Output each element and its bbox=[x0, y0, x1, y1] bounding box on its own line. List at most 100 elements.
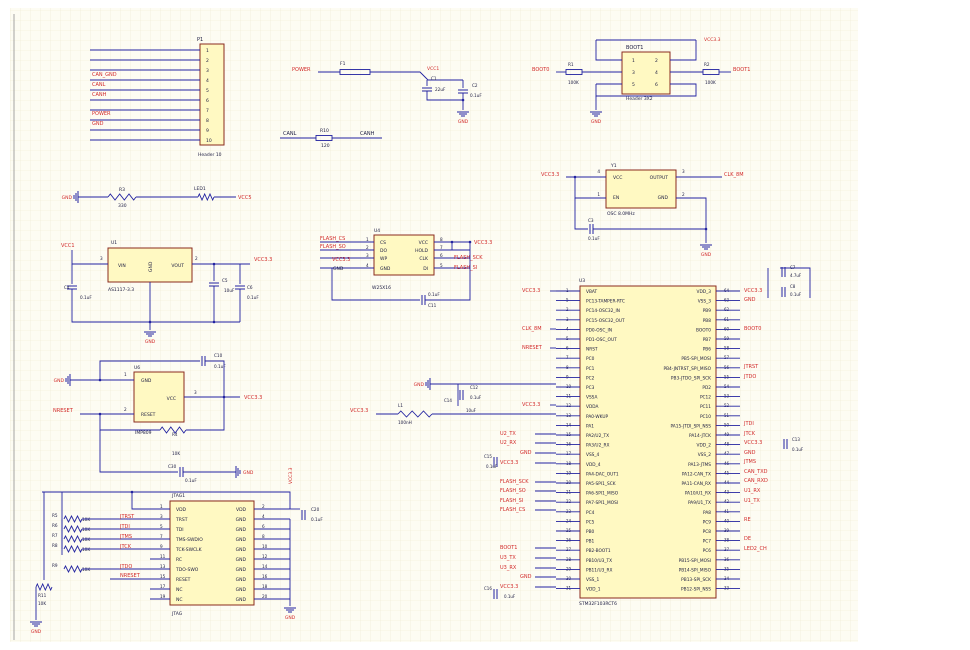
pin-name: PB2-BOOT1 bbox=[586, 548, 611, 554]
boot-header-body bbox=[621, 51, 671, 95]
pin-number: 47 bbox=[724, 451, 730, 456]
ground-label: GND bbox=[414, 382, 425, 388]
pin-name: PC15-OSC32_OUT bbox=[586, 318, 625, 324]
label: GND bbox=[333, 266, 344, 272]
net-label: VCC3.3 bbox=[704, 37, 721, 43]
net-label: CAN_RXD bbox=[744, 478, 768, 484]
pin-number: 7 bbox=[160, 534, 163, 539]
junction-dot bbox=[148, 320, 152, 324]
pin-name: PB6 bbox=[703, 347, 712, 353]
label: W25X16 bbox=[372, 285, 391, 291]
net-label: FLASH_SO bbox=[500, 488, 526, 494]
pin-name: PC6 bbox=[703, 548, 712, 554]
pin-number: 13 bbox=[160, 564, 166, 569]
pin-name: PC7 bbox=[703, 539, 712, 545]
pin-number: 64 bbox=[724, 288, 730, 293]
pin-name: NC bbox=[176, 597, 183, 603]
pin-number: 16 bbox=[566, 442, 572, 447]
net-label: VCC1 bbox=[427, 66, 439, 72]
pin-name: PC11 bbox=[700, 404, 711, 410]
pin-number: 59 bbox=[724, 336, 730, 341]
pin-number: 7 bbox=[440, 245, 443, 250]
junction-dot bbox=[212, 262, 216, 266]
label: Y1 bbox=[610, 163, 617, 169]
net-label: RE bbox=[744, 517, 751, 523]
label: C4 bbox=[64, 285, 70, 290]
sheet-grid bbox=[10, 8, 858, 642]
pin-number: 6 bbox=[206, 98, 209, 104]
pin-number: 4 bbox=[262, 514, 265, 519]
net-label: U2_RX bbox=[500, 440, 517, 446]
net-label: VCC3.3 bbox=[500, 584, 518, 590]
pin-name: TMS-SWDIO bbox=[175, 537, 203, 543]
net-label: BOOT0 bbox=[744, 326, 761, 332]
pin-number: 45 bbox=[724, 470, 730, 475]
label: U3 bbox=[579, 278, 585, 284]
label: 22uF bbox=[435, 87, 446, 92]
label: C14 bbox=[444, 398, 452, 403]
label: BOOT1 bbox=[626, 45, 643, 51]
pin-name: PA8 bbox=[703, 510, 711, 516]
pin-name: PA5-SPI1_SCK bbox=[586, 481, 616, 487]
pin-name: VSSA bbox=[586, 395, 597, 401]
pin-name: PB11/U3_RX bbox=[586, 567, 612, 573]
pin-number: 37 bbox=[724, 547, 730, 552]
pin-number: 56 bbox=[724, 365, 730, 370]
label: 10K bbox=[172, 451, 180, 456]
pin-number: 1 bbox=[632, 58, 635, 64]
label: GND bbox=[148, 261, 154, 272]
label: U6 bbox=[134, 365, 140, 371]
pin-number: 2 bbox=[206, 58, 209, 64]
pin-name: PC12 bbox=[700, 395, 711, 401]
net-label: BOOT1 bbox=[733, 67, 750, 73]
pin-number: 35 bbox=[724, 566, 730, 571]
pin-number: 1 bbox=[160, 504, 163, 509]
label: 10K bbox=[82, 547, 90, 552]
pin-number: 28 bbox=[566, 557, 572, 562]
label: 0.1uF bbox=[214, 364, 226, 369]
pin-number: 4 bbox=[366, 263, 369, 268]
pin-number: 51 bbox=[724, 413, 730, 418]
pin-number: 10 bbox=[262, 544, 268, 549]
label: VCC3.3 bbox=[288, 467, 294, 484]
net-label: POWER bbox=[92, 111, 111, 117]
schematic-sheet: P112345678910CAN_GNDCANLCANHPOWERGNDHead… bbox=[10, 8, 858, 642]
pin-number: 60 bbox=[724, 326, 730, 331]
label: 0.1uF bbox=[247, 295, 259, 300]
label: 3 bbox=[194, 390, 197, 395]
pin-number: 23 bbox=[566, 509, 572, 514]
label: R8 bbox=[52, 543, 58, 548]
net-label: U1_RX bbox=[744, 488, 761, 494]
pin-name: TCK-SWCLK bbox=[175, 547, 203, 553]
pin-name: PB15-SPI_MOSI bbox=[679, 558, 711, 564]
pin-name: VCC bbox=[419, 240, 428, 246]
pin-number: 13 bbox=[566, 413, 572, 418]
label: AS1117-3.3 bbox=[108, 287, 134, 293]
pin-number: 14 bbox=[262, 564, 268, 569]
label: R1 bbox=[568, 62, 574, 67]
label: C6 bbox=[247, 285, 253, 290]
label: GND bbox=[141, 378, 152, 384]
pin-name: PC0 bbox=[586, 356, 595, 362]
pin-number: 38 bbox=[724, 538, 730, 543]
pin-name: GND bbox=[236, 567, 247, 573]
pin-number: 5 bbox=[632, 82, 635, 88]
pin-number: 2 bbox=[366, 245, 369, 250]
net-label: U1_TX bbox=[744, 498, 760, 504]
pin-number: 6 bbox=[655, 82, 658, 88]
pin-name: HOLD bbox=[415, 248, 428, 254]
pin-number: 17 bbox=[566, 451, 572, 456]
pin-number: 12 bbox=[262, 554, 268, 559]
pin-number: 8 bbox=[440, 237, 443, 242]
net-label: FLASH_CS bbox=[320, 236, 345, 242]
label: 1 bbox=[124, 372, 127, 377]
pin-name: PB1 bbox=[586, 539, 595, 545]
label: C16 bbox=[484, 586, 492, 591]
pin-name: PC8 bbox=[703, 529, 712, 535]
label: 100K bbox=[568, 80, 579, 85]
pin-number: 2 bbox=[262, 504, 265, 509]
label: C5 bbox=[222, 278, 228, 283]
pin-name: PB3-JTDO_SPI_SCK bbox=[671, 375, 711, 381]
pin-number: 43 bbox=[724, 490, 730, 495]
label: GND bbox=[658, 195, 669, 201]
